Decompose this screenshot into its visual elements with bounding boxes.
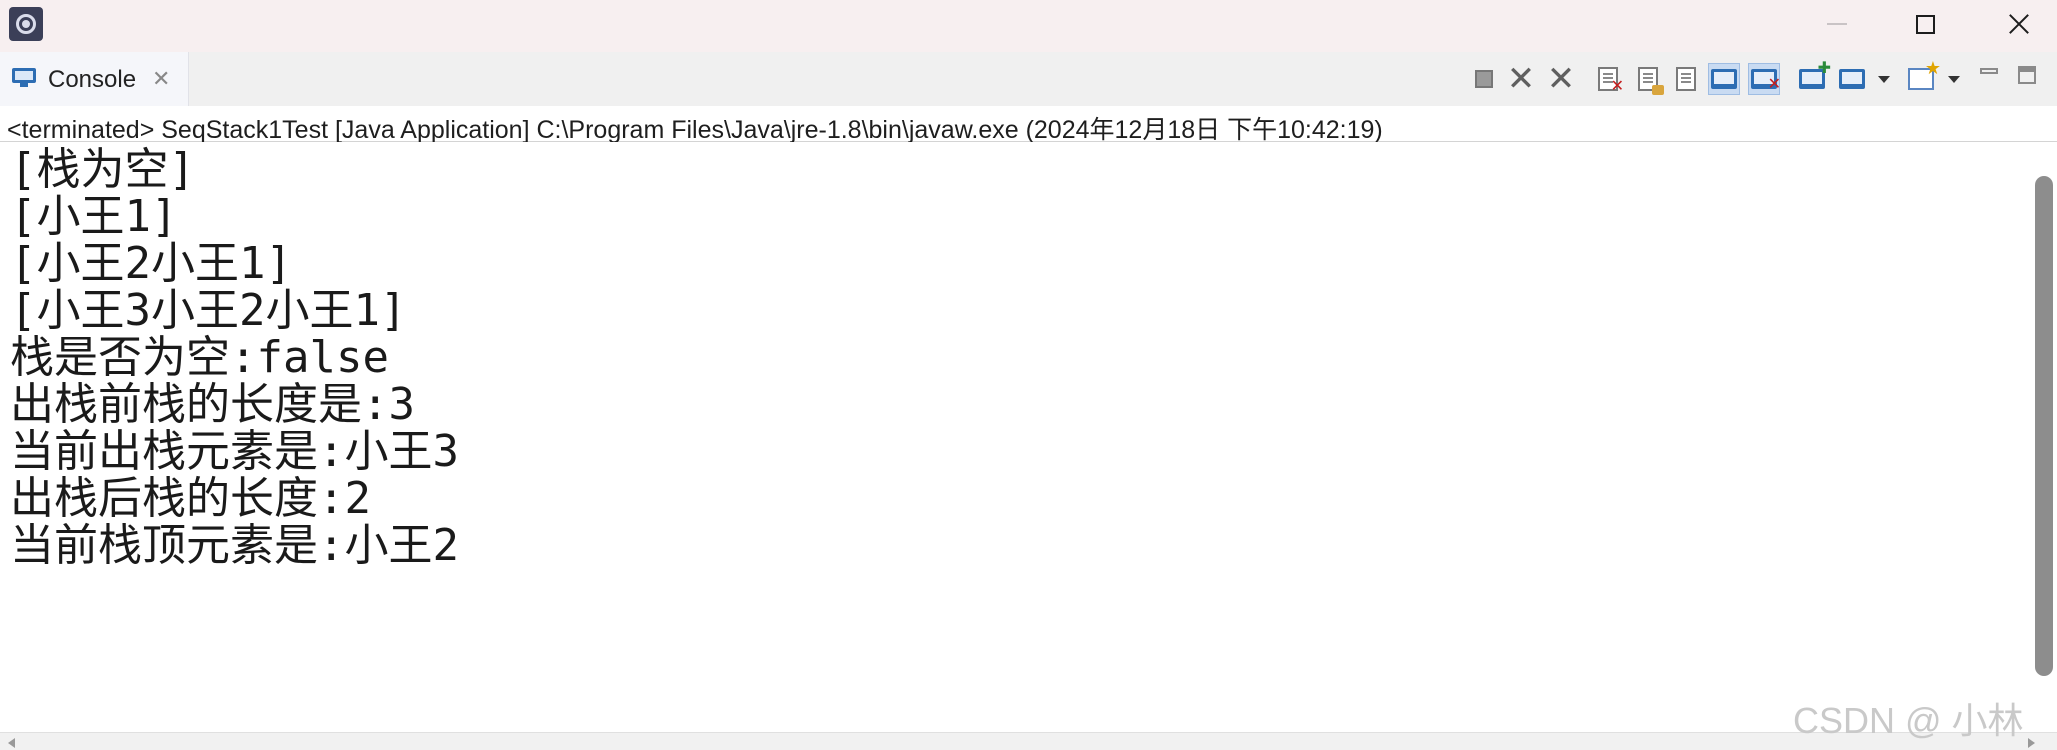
tab-console[interactable]: Console ✕ [0,52,189,106]
output-line: [小王1] [10,191,178,242]
view-toolbar: Console ✕ ✕ ✕ ✕ ✕ ✚ ★ [0,52,2057,106]
minimize-icon [1827,23,1847,25]
maximize-view-icon[interactable] [2018,66,2036,84]
vertical-scrollbar-thumb[interactable] [2035,176,2053,676]
display-selected-console-dropdown[interactable] [1878,76,1890,83]
output-line: [小王2小王1] [10,238,292,289]
show-on-stdout-icon [1711,69,1737,89]
scroll-right-icon[interactable] [2028,738,2035,748]
terminate-button[interactable] [1468,63,1500,95]
show-on-stderr-button[interactable]: ✕ [1748,63,1781,95]
open-console-dropdown[interactable] [1948,76,1960,83]
open-console-icon: ★ [1908,59,1941,90]
console-output[interactable]: [栈为空] [小王1] [小王2小王1] [小王3小王2小王1] 栈是否为空:f… [0,142,2030,732]
pin-console-button[interactable]: ✚ [1796,61,1831,95]
show-on-stderr-icon: ✕ [1751,69,1781,93]
minimize-view-icon[interactable] [1980,68,1998,74]
show-on-stdout-button[interactable] [1708,63,1740,95]
open-console-button[interactable]: ★ [1905,59,1941,95]
output-line: 出栈后栈的长度:2 [10,473,371,524]
output-line: [栈为空] [10,144,195,195]
word-wrap-button[interactable] [1670,63,1702,95]
console-icon [12,68,36,88]
maximize-window-button[interactable] [1878,0,1972,48]
horizontal-scrollbar[interactable] [0,732,2057,750]
minimize-window-button[interactable] [1790,0,1884,48]
output-line: 栈是否为空:false [10,332,389,383]
close-window-button[interactable] [1972,0,2057,48]
eclipse-app-icon[interactable] [9,7,43,41]
maximize-icon [1915,14,1935,34]
title-bar [0,0,2057,52]
output-line: 当前出栈元素是:小王3 [10,426,459,477]
clear-console-icon: ✕ [1598,67,1624,95]
clear-console-button[interactable]: ✕ [1592,63,1624,95]
output-line: 当前栈顶元素是:小王2 [10,520,459,571]
display-selected-console-button[interactable] [1836,63,1868,95]
close-icon [2008,13,2030,35]
output-line: 出栈前栈的长度是:3 [10,379,415,430]
process-status-bar: <terminated> SeqStack1Test [Java Applica… [0,106,2057,144]
tab-label: Console [48,66,137,93]
watermark: CSDN @ 小林 [1793,700,2024,741]
remove-launch-button[interactable]: ✕ [1505,60,1537,98]
display-selected-console-icon [1839,69,1865,89]
process-status-text: <terminated> SeqStack1Test [Java Applica… [7,116,1383,144]
remove-all-terminated-icon: ✕ [1546,60,1576,98]
terminate-icon [1475,70,1493,88]
tab-close-icon[interactable]: ✕ [152,68,170,90]
scroll-lock-icon [1638,67,1664,95]
output-line: [小王3小王2小王1] [10,285,407,336]
pin-console-icon: ✚ [1799,61,1831,89]
remove-all-terminated-button[interactable]: ✕ [1545,60,1577,98]
remove-launch-icon: ✕ [1506,60,1536,98]
word-wrap-icon [1676,67,1696,91]
scroll-lock-button[interactable] [1632,63,1664,95]
scroll-left-icon[interactable] [8,738,15,748]
